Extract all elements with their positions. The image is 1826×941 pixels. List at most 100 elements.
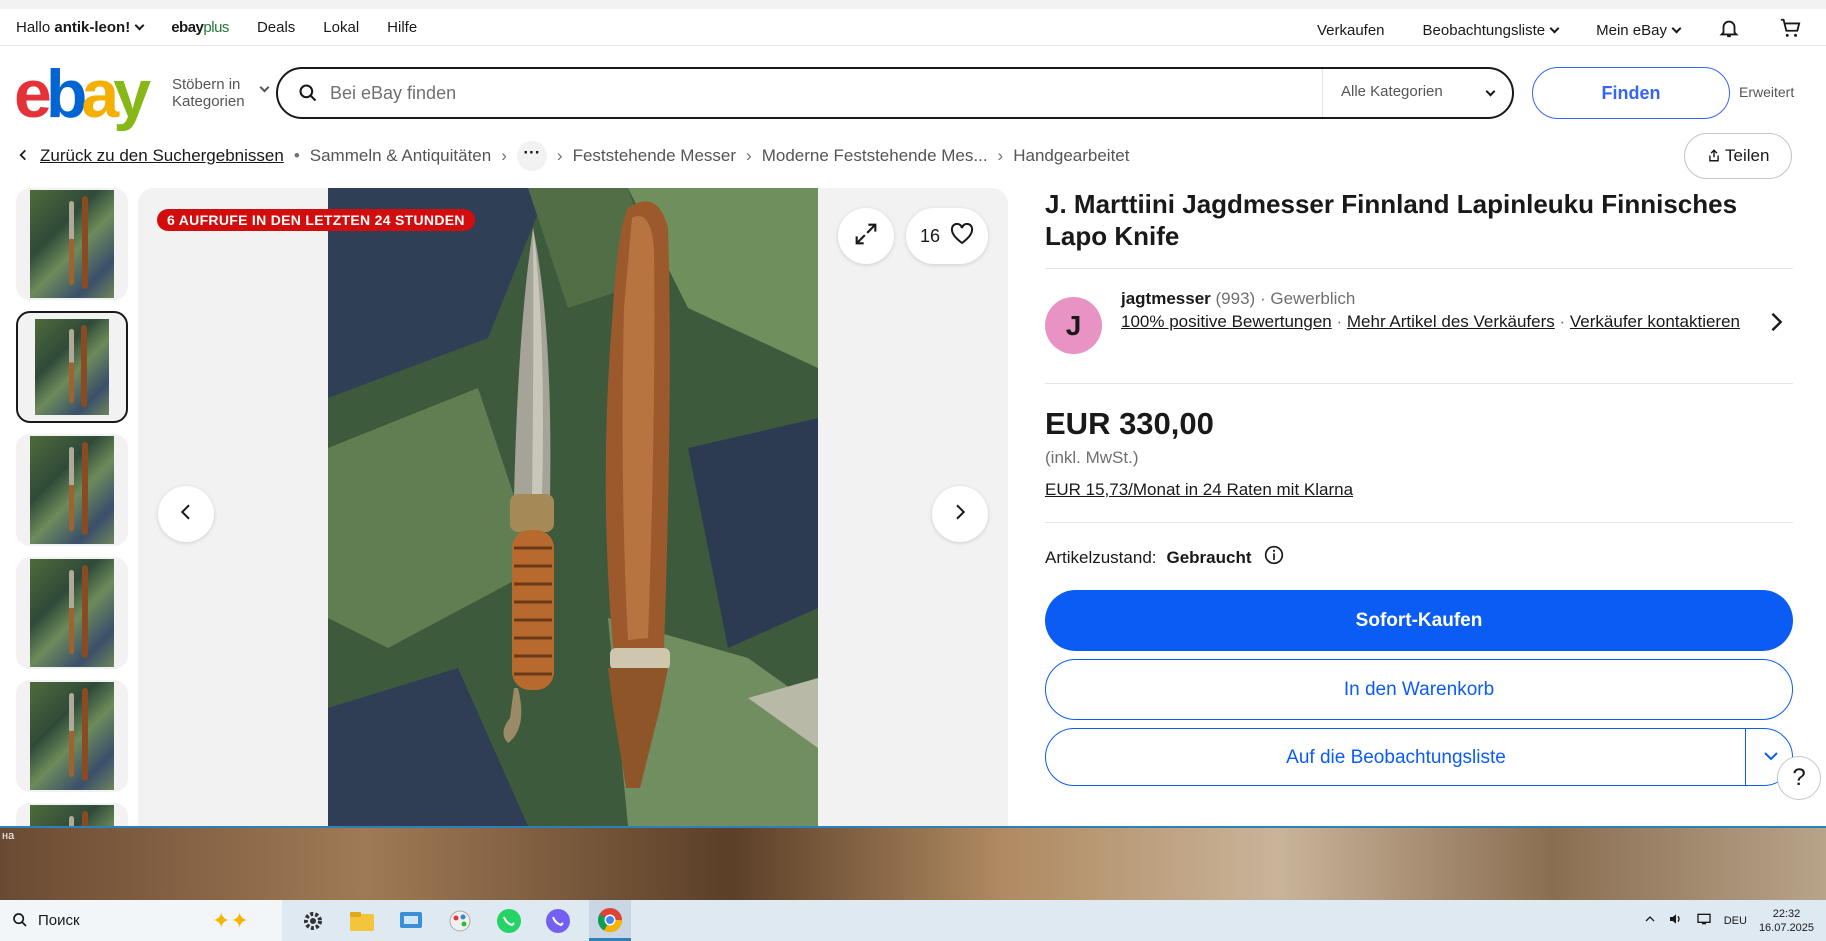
browse-categories-button[interactable]: Stöbern in Kategorien bbox=[172, 76, 270, 110]
heart-icon bbox=[950, 222, 974, 250]
ebayplus-link[interactable]: ebayplus bbox=[171, 19, 229, 36]
paint-icon[interactable] bbox=[445, 906, 475, 936]
username: antik-leon! bbox=[54, 19, 131, 36]
share-button[interactable]: Teilen bbox=[1684, 133, 1792, 179]
viber-icon[interactable] bbox=[543, 906, 573, 936]
thumbnail-strip bbox=[16, 188, 128, 826]
bell-icon[interactable] bbox=[1718, 17, 1740, 43]
advanced-search-link[interactable]: Erweitert bbox=[1739, 84, 1794, 100]
sell-link[interactable]: Verkaufen bbox=[1317, 22, 1385, 39]
thumbnail-6[interactable] bbox=[16, 803, 128, 826]
buy-now-button[interactable]: Sofort-Kaufen bbox=[1045, 590, 1793, 651]
separator-dot: · bbox=[1336, 312, 1343, 331]
previous-image-button[interactable] bbox=[158, 486, 214, 542]
speaker-icon[interactable] bbox=[1668, 911, 1684, 930]
vat-note: (inkl. MwSt.) bbox=[1045, 448, 1139, 467]
seller-feedback-link[interactable]: 100% positive Bewertungen bbox=[1121, 312, 1332, 331]
chevron-right-icon[interactable] bbox=[1769, 311, 1785, 338]
separator-dot: · bbox=[1259, 289, 1266, 308]
breadcrumb-item-handmade[interactable]: Handgearbeitet bbox=[1013, 146, 1129, 166]
chevron-up-icon[interactable] bbox=[1644, 913, 1656, 928]
product-photo[interactable] bbox=[328, 188, 818, 826]
seller-avatar[interactable]: J bbox=[1045, 297, 1102, 354]
chrome-taskbar-button[interactable] bbox=[589, 900, 631, 941]
add-to-watchlist-button[interactable]: Auf die Beobachtungsliste bbox=[1045, 728, 1793, 786]
my-ebay-menu[interactable]: Mein eBay bbox=[1596, 21, 1682, 39]
clock[interactable]: 22:32 16.07.2025 bbox=[1759, 907, 1814, 935]
input-language[interactable]: DEU bbox=[1724, 915, 1747, 927]
watch-button[interactable]: 16 bbox=[906, 208, 988, 264]
thumbnail-5[interactable] bbox=[16, 680, 128, 792]
settings-icon[interactable] bbox=[298, 906, 328, 936]
back-to-results-link[interactable]: Zurück zu den Suchergebnissen bbox=[40, 146, 284, 166]
seller-type: Gewerblich bbox=[1270, 289, 1356, 308]
seller-more-items-link[interactable]: Mehr Artikel des Verkäufers bbox=[1347, 312, 1555, 331]
watchlist-label: Auf die Beobachtungsliste bbox=[1286, 747, 1506, 768]
deals-link[interactable]: Deals bbox=[257, 19, 295, 36]
seller-name[interactable]: jagtmesser bbox=[1121, 289, 1211, 308]
breadcrumb: Zurück zu den Suchergebnissen • Sammeln … bbox=[16, 138, 1796, 174]
logo-letter-b: b bbox=[45, 56, 87, 132]
ebay-logo[interactable]: ebay bbox=[14, 60, 151, 128]
network-icon[interactable] bbox=[1696, 911, 1712, 930]
greeting-menu[interactable]: Hallo antik-leon! bbox=[16, 19, 145, 36]
help-button[interactable]: ? bbox=[1777, 756, 1821, 800]
breadcrumb-item-collectibles[interactable]: Sammeln & Antiquitäten bbox=[310, 146, 491, 166]
seller-card[interactable]: J jagtmesser (993) · Gewerblich 100% pos… bbox=[1045, 269, 1793, 383]
condition-row: Artikelzustand: Gebraucht bbox=[1045, 523, 1793, 590]
clock-date: 16.07.2025 bbox=[1758, 921, 1814, 934]
watchlist-menu[interactable]: Beobachtungsliste bbox=[1423, 22, 1560, 39]
listing-title: J. Marttiini Jagdmesser Finnland Lapinle… bbox=[1045, 189, 1738, 251]
chevron-down-icon bbox=[259, 82, 270, 93]
my-ebay-text: Mein eBay bbox=[1596, 21, 1667, 39]
next-image-button[interactable] bbox=[932, 486, 988, 542]
greeting-text: Hallo bbox=[16, 19, 51, 36]
category-select[interactable]: Alle Kategorien bbox=[1322, 69, 1512, 117]
local-link[interactable]: Lokal bbox=[323, 19, 359, 36]
klarna-financing-link[interactable]: EUR 15,73/Monat in 24 Raten mit Klarna bbox=[1045, 480, 1353, 500]
chevron-down-icon bbox=[1485, 86, 1496, 97]
control-panel-icon[interactable] bbox=[396, 906, 426, 936]
thumbnail-4[interactable] bbox=[16, 557, 128, 669]
thumbnail-2[interactable] bbox=[16, 311, 128, 423]
chevron-down-icon[interactable] bbox=[1762, 747, 1780, 771]
taskbar-search[interactable]: Поиск ✦✦ bbox=[0, 900, 282, 941]
listing-details: J. Marttiini Jagdmesser Finnland Lapinle… bbox=[1045, 188, 1793, 786]
breadcrumb-item-modern-fixed-knives[interactable]: Moderne Feststehende Mes... bbox=[762, 146, 988, 166]
contact-seller-link[interactable]: Verkäufer kontaktieren bbox=[1570, 312, 1740, 331]
info-icon[interactable] bbox=[1264, 545, 1284, 570]
separator-dot: • bbox=[293, 146, 300, 165]
cart-icon[interactable] bbox=[1778, 17, 1802, 43]
share-icon bbox=[1707, 146, 1725, 165]
sparkle-icon: ✦✦ bbox=[212, 908, 249, 933]
seller-rating-count: (993) bbox=[1215, 289, 1256, 308]
breadcrumb-item-fixed-knives[interactable]: Feststehende Messer bbox=[573, 146, 736, 166]
ebayplus-text: ebay bbox=[171, 19, 204, 36]
breadcrumb-more-button[interactable]: ··· bbox=[516, 141, 547, 171]
thumbnail-1[interactable] bbox=[16, 188, 128, 300]
search-input[interactable] bbox=[330, 79, 1330, 107]
separator-dot: · bbox=[1559, 312, 1566, 331]
category-value: Alle Kategorien bbox=[1341, 83, 1443, 100]
system-tray: DEU 22:32 16.07.2025 bbox=[1644, 900, 1814, 941]
whatsapp-icon[interactable] bbox=[494, 906, 524, 936]
thumbnail-image bbox=[30, 682, 114, 790]
expand-icon bbox=[852, 220, 880, 253]
help-link[interactable]: Hilfe bbox=[387, 19, 417, 36]
chevron-left-icon[interactable] bbox=[16, 146, 30, 167]
expand-button[interactable] bbox=[838, 208, 894, 264]
taskbar: Поиск ✦✦ DEU 22:32 16.07.2025 bbox=[0, 900, 1826, 941]
condition-value: Gebraucht bbox=[1166, 547, 1252, 567]
search-button[interactable]: Finden bbox=[1532, 67, 1730, 119]
chevron-right-icon bbox=[951, 503, 969, 526]
search-icon bbox=[12, 912, 28, 932]
add-to-cart-button[interactable]: In den Warenkorb bbox=[1045, 659, 1793, 720]
thumbnail-image bbox=[30, 559, 114, 667]
top-bar: Hallo antik-leon! ebayplus Deals Lokal H… bbox=[0, 0, 1826, 46]
chevron-left-icon bbox=[177, 503, 195, 526]
desktop-label: на bbox=[2, 830, 15, 842]
clock-time: 22:32 bbox=[1772, 907, 1801, 920]
thumbnail-3[interactable] bbox=[16, 434, 128, 546]
taskbar-search-label: Поиск bbox=[38, 912, 80, 929]
file-explorer-icon[interactable] bbox=[347, 906, 377, 936]
